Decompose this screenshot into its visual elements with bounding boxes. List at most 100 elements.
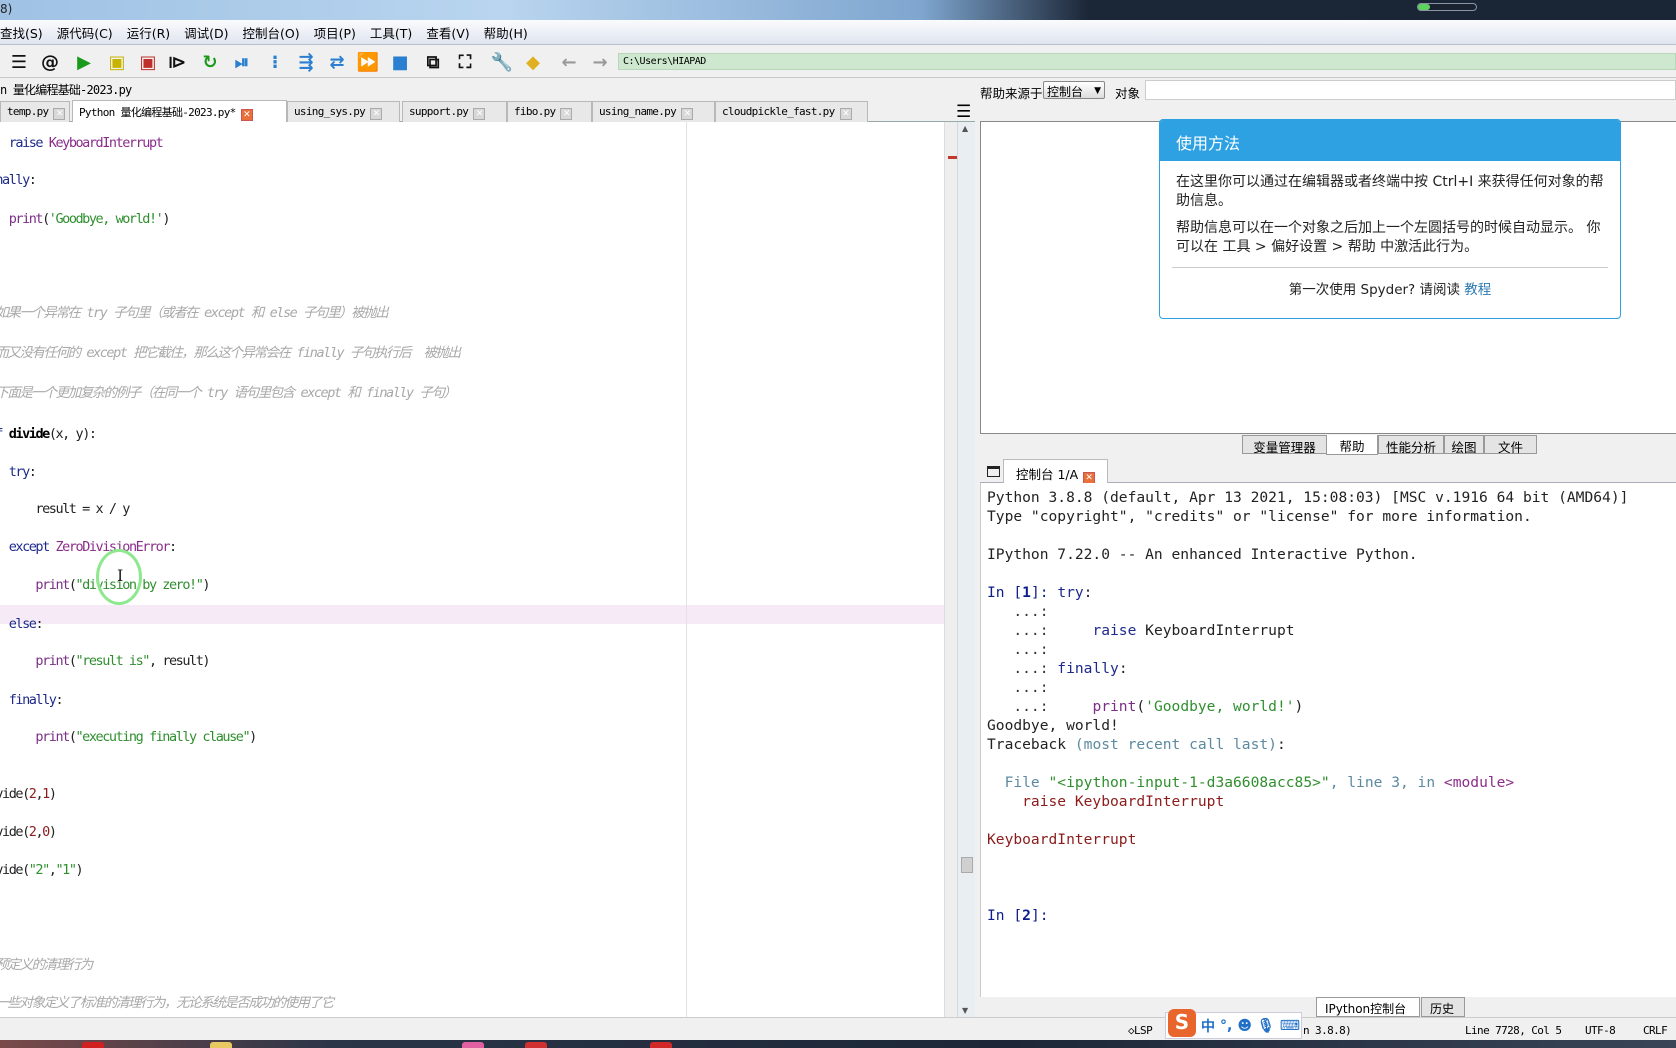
taskbar-app-icon[interactable]: [650, 1042, 672, 1048]
console-bottom-tab[interactable]: IPython控制台: [1316, 997, 1420, 1017]
object-input[interactable]: [1145, 80, 1676, 100]
code-token: "2": [28, 862, 51, 878]
tab-label: using_sys.py: [294, 105, 366, 118]
run-cell-advance-icon[interactable]: ▣: [137, 51, 159, 73]
emoji-icon[interactable]: ☻: [1237, 1018, 1252, 1034]
punctuation-icon[interactable]: °,: [1220, 1018, 1232, 1034]
close-icon[interactable]: ✕: [473, 108, 486, 120]
scroll-up-icon[interactable]: ▲: [962, 124, 968, 133]
editor-scrollbar[interactable]: ▲ ▼: [957, 122, 975, 1018]
taskbar-app-icon[interactable]: [210, 1042, 232, 1048]
console-tab[interactable]: 控制台 1/A ✕: [1003, 459, 1108, 484]
help-source-select[interactable]: 控制台 ▼: [1043, 81, 1105, 99]
wrench-icon[interactable]: 🔧: [491, 51, 513, 73]
close-icon[interactable]: ✕: [839, 108, 852, 120]
list-icon[interactable]: ☰: [8, 51, 30, 73]
console-line: ...:: [987, 640, 1048, 659]
editor-tab[interactable]: Python 量化编程基础-2023.py* ✕: [72, 100, 287, 122]
editor-tab[interactable]: using_name.py ✕: [592, 101, 715, 122]
close-icon[interactable]: ✕: [53, 108, 66, 120]
console-token: 1: [1022, 584, 1031, 601]
taskbar-app-icon[interactable]: [462, 1042, 484, 1048]
microphone-icon[interactable]: 🎙: [1257, 1018, 1275, 1034]
step-into-icon[interactable]: ⇶: [295, 51, 317, 73]
ime-toolbar[interactable]: S 中 °, ☻ 🎙 ⌨: [1165, 1008, 1302, 1039]
editor-tab[interactable]: temp.py ✕: [0, 101, 70, 122]
rerun-icon[interactable]: ↻: [199, 51, 221, 73]
editor-tab[interactable]: fibo.py ✕: [507, 101, 592, 122]
editor-tab[interactable]: support.py ✕: [402, 101, 507, 122]
status-bar: ◇LSP n 3.8.8) Line 7728, Col 5 UTF-8 CRL…: [0, 1017, 1676, 1040]
menu-item[interactable]: 调试(D): [184, 23, 228, 42]
close-icon[interactable]: ✕: [370, 108, 383, 120]
code-token: ): [48, 786, 57, 802]
menu-item[interactable]: 帮助(H): [484, 23, 528, 42]
taskbar-app-icon[interactable]: [82, 1042, 104, 1048]
tutorial-link[interactable]: 教程: [1464, 282, 1491, 298]
console-token: 'Goodbye, world!': [1145, 698, 1295, 715]
code-editor[interactable]: raise KeyboardInterruptfinally: print('G…: [0, 122, 945, 1018]
at-symbol-icon[interactable]: @: [39, 51, 61, 73]
menu-item[interactable]: 工具(T): [370, 23, 412, 42]
forward-arrow-icon[interactable]: →: [589, 51, 611, 73]
taskbar-app-icon[interactable]: [525, 1042, 547, 1048]
code-line: print('Goodbye, world!'): [0, 210, 171, 229]
close-icon[interactable]: ✕: [681, 108, 693, 120]
scrollbar-thumb[interactable]: [961, 857, 973, 873]
tab-label: using_name.py: [599, 105, 677, 118]
code-token: ): [249, 729, 257, 745]
taskbar: [0, 1040, 1676, 1048]
code-token: 'Goodbye, world!': [48, 211, 164, 227]
pane-tab[interactable]: 文件: [1484, 435, 1537, 455]
code-line: divide(2,1): [0, 785, 57, 804]
code-line: print("executing finally clause"): [0, 728, 257, 747]
back-arrow-icon[interactable]: ←: [558, 51, 580, 73]
pane-tab[interactable]: 帮助: [1326, 435, 1378, 455]
menu-item[interactable]: 项目(P): [314, 23, 356, 42]
scroll-down-icon[interactable]: ▼: [962, 1006, 968, 1015]
close-icon[interactable]: ✕: [560, 108, 573, 120]
console-bottom-tab[interactable]: 历史: [1421, 997, 1465, 1017]
menu-item[interactable]: 源代码(C): [57, 23, 113, 42]
close-icon[interactable]: ✕: [240, 109, 253, 121]
ipython-console[interactable]: Python 3.8.8 (default, Apr 13 2021, 15:0…: [980, 483, 1676, 997]
stop-icon[interactable]: ■: [389, 51, 411, 73]
code-token: # 一些对象定义了标准的清理行为，无论系统是否成功的使用了它: [0, 995, 334, 1011]
run-selection-icon[interactable]: ⧐: [166, 51, 188, 73]
error-marker[interactable]: [948, 156, 957, 159]
continue-icon[interactable]: ⏩: [357, 51, 379, 73]
pane-tab[interactable]: 绘图: [1444, 435, 1484, 455]
menu-item[interactable]: 查看(V): [426, 23, 469, 42]
debug-icon[interactable]: ⏯: [231, 51, 253, 73]
menu-item[interactable]: 控制台(O): [243, 23, 300, 42]
editor-tab[interactable]: cloudpickle_fast.py ✕: [715, 101, 868, 122]
code-token: finally: [0, 172, 30, 188]
menu-item[interactable]: 运行(R): [127, 23, 170, 42]
options-menu-icon[interactable]: ☰: [956, 102, 971, 122]
pane-tab[interactable]: 变量管理器: [1242, 435, 1327, 455]
footer-text: 第一次使用 Spyder? 请阅读: [1288, 282, 1465, 298]
code-token: "executing finally clause": [75, 729, 251, 745]
working-directory-field[interactable]: C:\Users\HIAPAD: [618, 53, 1676, 70]
pane-tab[interactable]: 性能分析: [1378, 435, 1444, 455]
keyboard-icon[interactable]: ⌨: [1280, 1018, 1300, 1034]
editor-tab[interactable]: using_sys.py ✕: [287, 101, 400, 122]
console-token: ]:: [1030, 907, 1058, 924]
code-line: # 下面是一个更加复杂的例子（在同一个 try 语句里包含 except 和 f…: [0, 384, 457, 403]
python-path-icon[interactable]: ◆: [522, 51, 544, 73]
run-cell-icon[interactable]: ▣: [106, 51, 128, 73]
step-return-icon[interactable]: ⇄: [326, 51, 348, 73]
step-icon[interactable]: ⁝: [264, 51, 286, 73]
run-icon[interactable]: ▶: [73, 51, 95, 73]
lsp-status[interactable]: ◇LSP: [1128, 1024, 1153, 1037]
code-line: try:: [0, 463, 37, 482]
usage-footer: 第一次使用 Spyder? 请阅读 教程: [1160, 278, 1620, 298]
menu-item[interactable]: 查找(S): [0, 23, 43, 42]
maximize-pane-icon[interactable]: ⧉: [422, 51, 444, 73]
fullscreen-icon[interactable]: ⛶: [454, 51, 476, 73]
ime-mode[interactable]: 中: [1201, 1016, 1215, 1036]
console-token: (: [1136, 698, 1146, 715]
window-icon[interactable]: [987, 466, 1000, 477]
console-token: raise: [1092, 622, 1137, 639]
